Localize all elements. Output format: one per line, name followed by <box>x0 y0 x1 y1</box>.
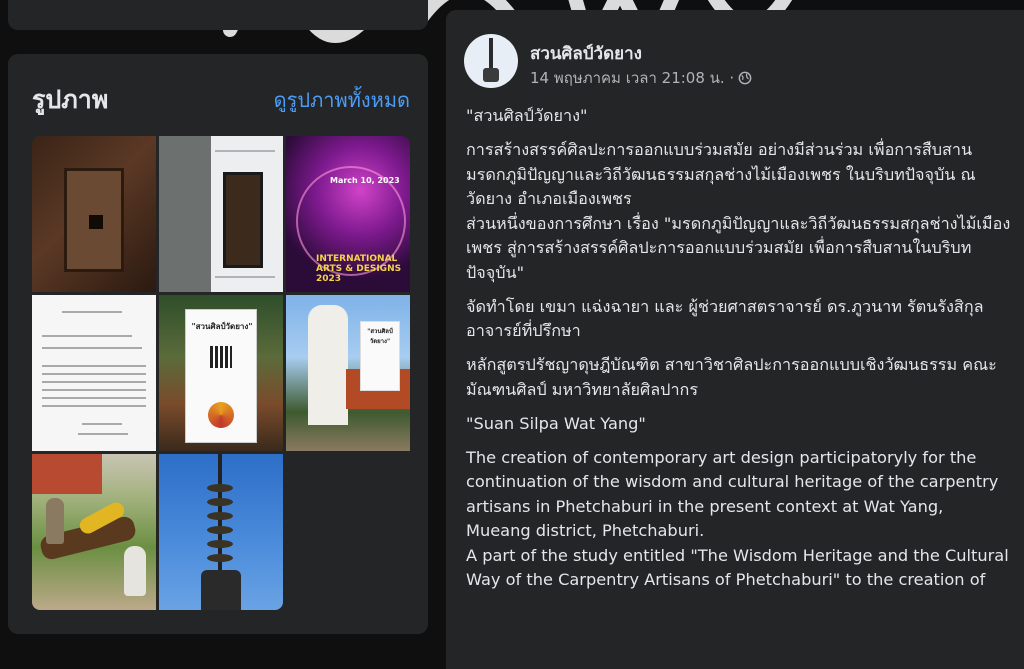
globe-icon <box>738 71 752 85</box>
post-paragraph: การสร้างสรรค์ศิลปะการออกแบบร่วมสมัย อย่า… <box>466 140 1011 282</box>
post-paragraph: The creation of contemporary art design … <box>466 447 1009 590</box>
photo-document-door[interactable] <box>159 136 283 292</box>
post-paragraph: จัดทำโดย เขมา แฉ่งฉายา และ ผู้ช่วยศาสตรา… <box>466 296 984 341</box>
photo-stacked-pole[interactable] <box>159 454 283 610</box>
post-paragraph: "สวนศิลป์วัดยาง" <box>466 106 588 125</box>
see-all-photos-link[interactable]: ดูรูปภาพทั้งหมด <box>274 84 410 116</box>
photos-title: รูปภาพ <box>32 85 109 114</box>
post-meta: 14 พฤษภาคม เวลา 21:08 น. · <box>530 66 752 90</box>
photo-wood-door[interactable] <box>32 136 156 292</box>
photo-white-temple[interactable]: "สวนศิลป์วัดยาง" <box>286 295 410 451</box>
post-author[interactable]: สวนศิลป์วัดยาง <box>530 40 642 67</box>
post-body: "สวนศิลป์วัดยาง" การสร้างสรรค์ศิลปะการออ… <box>466 104 1011 602</box>
stand-poster-title: "สวนศิลป์วัดยาง" <box>191 322 253 331</box>
author-avatar[interactable] <box>464 34 518 88</box>
photo-display-stand[interactable]: "สวนศิลป์วัดยาง" <box>159 295 283 451</box>
photo-sculpture-men[interactable] <box>32 454 156 610</box>
post-card: สวนศิลป์วัดยาง 14 พฤษภาคม เวลา 21:08 น. … <box>446 10 1024 669</box>
photo-event-poster[interactable]: March 10, 2023 INTERNATIONAL ARTS & DESI… <box>286 136 410 292</box>
post-timestamp[interactable]: 14 พฤษภาคม เวลา 21:08 น. · <box>530 66 734 90</box>
photo-official-letter[interactable] <box>32 295 156 451</box>
post-paragraph: "Suan Silpa Wat Yang" <box>466 413 646 433</box>
previous-card <box>8 0 428 30</box>
photos-card: รูปภาพ ดูรูปภาพทั้งหมด March 10, 2023 IN… <box>8 54 428 634</box>
poster-title-text: INTERNATIONAL ARTS & DESIGNS 2023 <box>316 254 402 284</box>
temple-sign-title: "สวนศิลป์วัดยาง" <box>367 328 393 345</box>
post-paragraph: หลักสูตรปรัชญาดุษฎีบัณฑิต สาขาวิชาศิลปะก… <box>466 355 997 399</box>
poster-date-text: March 10, 2023 <box>330 176 400 185</box>
photo-grid: March 10, 2023 INTERNATIONAL ARTS & DESI… <box>32 136 410 610</box>
